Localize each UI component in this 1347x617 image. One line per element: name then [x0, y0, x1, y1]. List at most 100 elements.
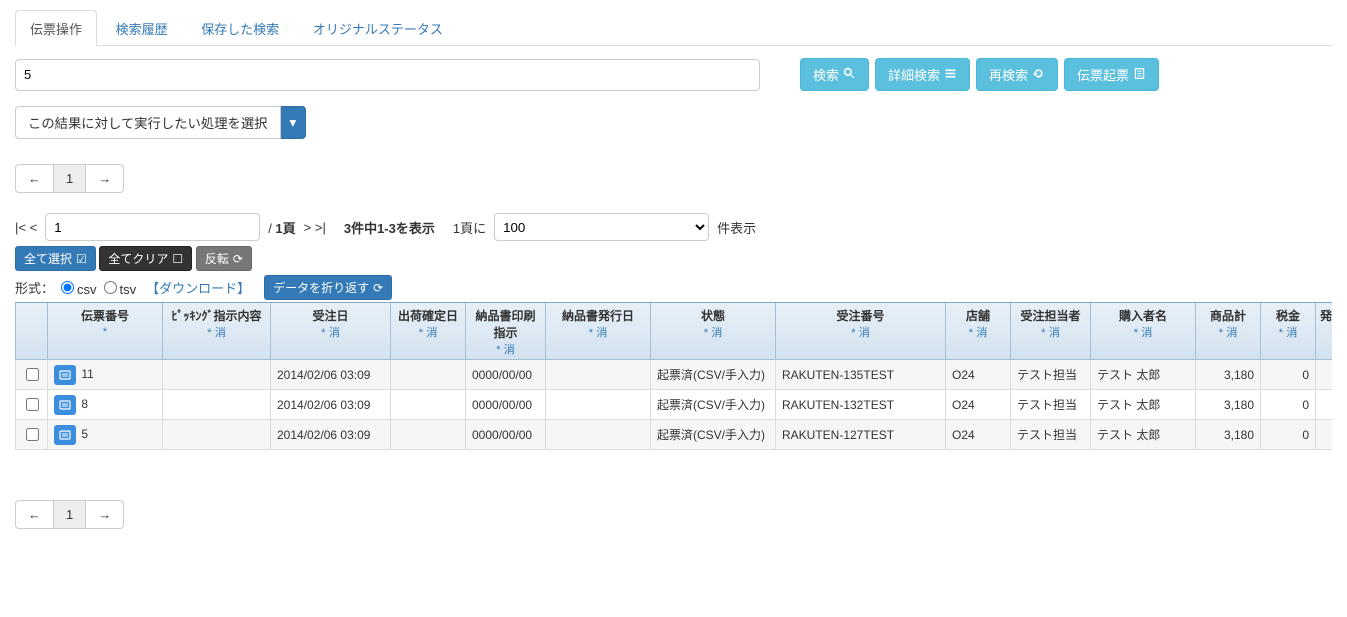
- col-extra[interactable]: 発: [1316, 303, 1333, 360]
- col-issue-date[interactable]: 納品書発行日* 消: [546, 303, 651, 360]
- download-link[interactable]: 【ダウンロード】: [146, 278, 250, 297]
- cell-print-mark: 0000/00/00: [466, 360, 546, 390]
- tab-slip-operation[interactable]: 伝票操作: [15, 10, 97, 46]
- col-shop[interactable]: 店舗* 消: [946, 303, 1011, 360]
- row-checkbox[interactable]: [26, 398, 39, 411]
- page-current[interactable]: 1: [53, 500, 86, 529]
- col-tax[interactable]: 税金* 消: [1261, 303, 1316, 360]
- col-staff[interactable]: 受注担当者* 消: [1011, 303, 1091, 360]
- advanced-search-label: 詳細検索: [888, 65, 940, 84]
- cell-extra: [1316, 420, 1333, 450]
- cell-tax: 0: [1261, 360, 1316, 390]
- cell-print-mark: 0000/00/00: [466, 390, 546, 420]
- cell-ship-date: [391, 390, 466, 420]
- page-current[interactable]: 1: [53, 164, 86, 193]
- cell-staff: テスト担当: [1011, 420, 1091, 450]
- page-prev-button[interactable]: ←: [15, 164, 54, 193]
- research-label: 再検索: [989, 65, 1028, 84]
- cell-extra: [1316, 390, 1333, 420]
- page-number-input[interactable]: [45, 213, 260, 241]
- cell-shop: O24: [946, 390, 1011, 420]
- cell-shop: O24: [946, 420, 1011, 450]
- cell-ship-date: [391, 360, 466, 390]
- col-print-mark[interactable]: 納品書印刷指示* 消: [466, 303, 546, 360]
- issue-slip-button[interactable]: 伝票起票: [1064, 58, 1159, 91]
- page-size-select[interactable]: 100: [494, 213, 709, 241]
- cell-tax: 0: [1261, 390, 1316, 420]
- select-all-button[interactable]: 全て選択 ☑: [15, 246, 96, 271]
- col-check: [16, 303, 48, 360]
- page-total-label: / 1頁: [268, 218, 295, 237]
- page-prev-button[interactable]: ←: [15, 500, 54, 529]
- search-input[interactable]: [15, 59, 760, 91]
- cell-buyer: テスト 太郎: [1091, 360, 1196, 390]
- tab-original-status[interactable]: オリジナルステータス: [298, 10, 458, 46]
- issue-slip-label: 伝票起票: [1077, 65, 1129, 84]
- cell-slip-no: 8: [48, 390, 163, 420]
- col-slip-no[interactable]: 伝票番号*: [48, 303, 163, 360]
- format-csv-radio[interactable]: csv: [56, 278, 97, 297]
- table-row: 112014/02/06 03:090000/00/00起票済(CSV/手入力)…: [16, 360, 1333, 390]
- page-last-link[interactable]: > >|: [304, 220, 326, 235]
- action-select-button[interactable]: この結果に対して実行したい処理を選択: [15, 106, 281, 139]
- cell-slip-no: 5: [48, 420, 163, 450]
- col-ship-date[interactable]: 出荷確定日* 消: [391, 303, 466, 360]
- cell-slip-no: 11: [48, 360, 163, 390]
- cell-picking: [163, 420, 271, 450]
- per-page-suffix: 件表示: [717, 218, 756, 237]
- wrap-data-button[interactable]: データを折り返す ⟳: [264, 275, 392, 300]
- page-next-button[interactable]: →: [85, 500, 124, 529]
- col-order-no[interactable]: 受注番号* 消: [776, 303, 946, 360]
- cell-shop: O24: [946, 360, 1011, 390]
- result-count: 3件中1-3を表示: [344, 221, 435, 236]
- research-button[interactable]: 再検索: [976, 58, 1058, 91]
- refresh-icon: ⟳: [373, 281, 383, 295]
- page-next-button[interactable]: →: [85, 164, 124, 193]
- slip-no-text: 11: [81, 367, 93, 381]
- chevron-down-icon: ▾: [290, 115, 297, 131]
- col-order-date[interactable]: 受注日* 消: [271, 303, 391, 360]
- per-page-prefix: 1頁に: [453, 218, 486, 237]
- advanced-search-button[interactable]: 詳細検索: [875, 58, 970, 91]
- page-first-link[interactable]: |< <: [15, 220, 37, 235]
- tab-saved-search[interactable]: 保存した検索: [186, 10, 294, 46]
- slip-icon[interactable]: [54, 425, 76, 445]
- cell-issue-date: [546, 390, 651, 420]
- refresh-icon: ⟳: [233, 252, 243, 266]
- action-row: この結果に対して実行したい処理を選択 ▾: [15, 106, 1332, 139]
- cell-order-no: RAKUTEN-135TEST: [776, 360, 946, 390]
- cell-staff: テスト担当: [1011, 390, 1091, 420]
- cell-order-no: RAKUTEN-127TEST: [776, 420, 946, 450]
- clear-all-button[interactable]: 全てクリア ☐: [99, 246, 192, 271]
- row-checkbox[interactable]: [26, 368, 39, 381]
- cell-picking: [163, 390, 271, 420]
- col-state[interactable]: 状態* 消: [651, 303, 776, 360]
- tab-bar: 伝票操作 検索履歴 保存した検索 オリジナルステータス: [15, 10, 1332, 46]
- slip-icon[interactable]: [54, 365, 76, 385]
- invert-button[interactable]: 反転 ⟳: [196, 246, 252, 271]
- search-button[interactable]: 検索: [800, 58, 869, 91]
- cell-state: 起票済(CSV/手入力): [651, 390, 776, 420]
- page-controls: |< < / 1頁 > >| 3件中1-3を表示 1頁に 100 件表示: [15, 213, 1332, 241]
- col-buyer[interactable]: 購入者名* 消: [1091, 303, 1196, 360]
- row-checkbox[interactable]: [26, 428, 39, 441]
- col-item-total[interactable]: 商品計* 消: [1196, 303, 1261, 360]
- cell-state: 起票済(CSV/手入力): [651, 420, 776, 450]
- search-icon: [843, 67, 856, 83]
- table-row: 82014/02/06 03:090000/00/00起票済(CSV/手入力)R…: [16, 390, 1333, 420]
- tab-search-history[interactable]: 検索履歴: [101, 10, 183, 46]
- format-tsv-radio[interactable]: tsv: [99, 278, 137, 297]
- pagination-bottom: ← 1 →: [15, 500, 124, 529]
- cell-picking: [163, 360, 271, 390]
- results-table-wrap: 伝票番号* ﾋﾟｯｷﾝｸﾞ指示内容* 消 受注日* 消 出荷確定日* 消 納品書…: [15, 302, 1332, 450]
- cell-print-mark: 0000/00/00: [466, 420, 546, 450]
- cell-staff: テスト担当: [1011, 360, 1091, 390]
- action-caret-button[interactable]: ▾: [281, 106, 307, 139]
- col-picking[interactable]: ﾋﾟｯｷﾝｸﾞ指示内容* 消: [163, 303, 271, 360]
- cell-order-date: 2014/02/06 03:09: [271, 360, 391, 390]
- slip-icon[interactable]: [54, 395, 76, 415]
- search-row: 検索 詳細検索 再検索 伝票起票: [15, 58, 1332, 91]
- selection-row: 全て選択 ☑ 全てクリア ☐ 反転 ⟳: [15, 246, 1332, 271]
- cell-order-date: 2014/02/06 03:09: [271, 420, 391, 450]
- pagination-top: ← 1 →: [15, 164, 124, 193]
